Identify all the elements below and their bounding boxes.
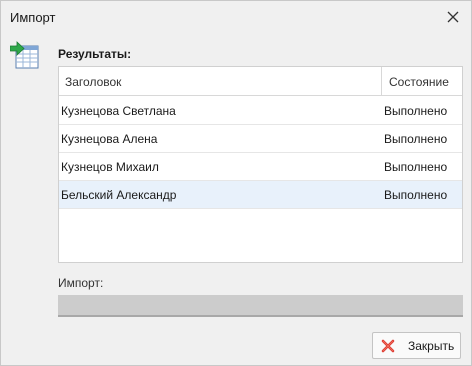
results-label: Результаты:: [58, 47, 132, 61]
row-title: Кузнецова Алена: [61, 132, 158, 146]
row-title: Кузнецова Светлана: [61, 104, 176, 118]
results-table[interactable]: Заголовок Состояние Кузнецова Светлана В…: [58, 66, 463, 263]
import-progress-bar: [58, 295, 463, 317]
column-header-status[interactable]: Состояние: [389, 75, 449, 89]
window-title: Импорт: [10, 10, 56, 25]
close-icon[interactable]: [443, 7, 463, 27]
table-row[interactable]: Кузнецова Светлана Выполнено: [59, 97, 462, 125]
progress-label: Импорт:: [58, 276, 104, 290]
table-header: Заголовок Состояние: [59, 67, 462, 96]
import-dialog: Импорт Результаты: Заголовок Состояние К…: [0, 0, 472, 366]
column-header-title[interactable]: Заголовок: [65, 75, 121, 89]
row-title: Кузнецов Михаил: [61, 160, 159, 174]
red-x-icon: [381, 339, 395, 353]
row-status: Выполнено: [384, 188, 448, 202]
table-row[interactable]: Кузнецова Алена Выполнено: [59, 125, 462, 153]
table-row[interactable]: Кузнецов Михаил Выполнено: [59, 153, 462, 181]
title-bar: Импорт: [1, 1, 471, 33]
close-button-label: Закрыть: [408, 339, 455, 353]
row-status: Выполнено: [384, 160, 448, 174]
import-table-icon: [9, 40, 40, 70]
table-row-selected[interactable]: Бельский Александр Выполнено: [59, 181, 462, 209]
row-title: Бельский Александр: [61, 188, 177, 202]
close-button[interactable]: Закрыть: [372, 332, 461, 359]
row-status: Выполнено: [384, 104, 448, 118]
row-status: Выполнено: [384, 132, 448, 146]
column-divider[interactable]: [381, 67, 382, 96]
